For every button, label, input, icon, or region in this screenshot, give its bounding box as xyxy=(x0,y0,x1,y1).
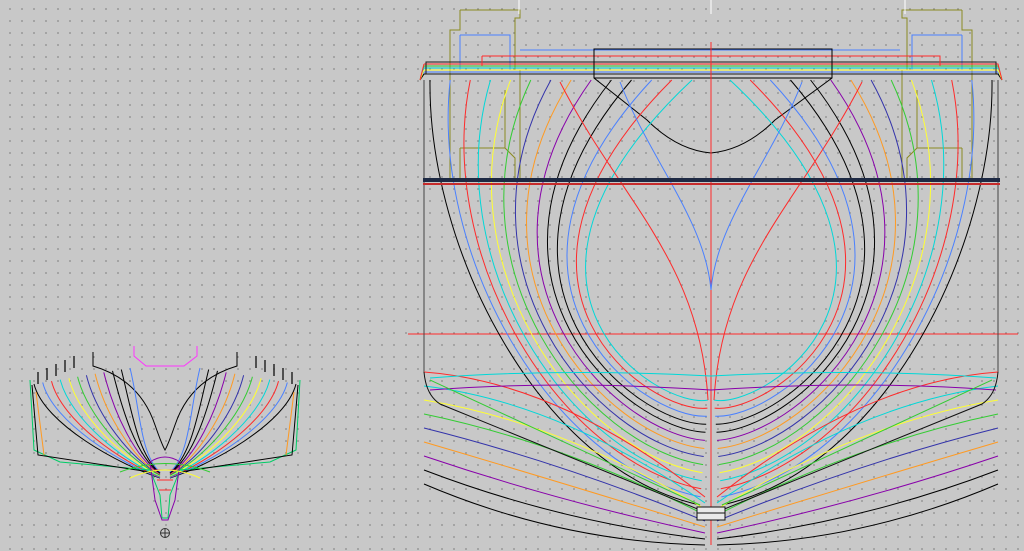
buttock-line xyxy=(716,371,999,498)
deck-lower-box xyxy=(459,147,516,180)
station-curve xyxy=(718,79,919,466)
station-curve xyxy=(716,79,876,433)
small-keel xyxy=(129,469,201,479)
deck-tower-inner xyxy=(911,34,963,70)
small-station-curve xyxy=(129,367,161,473)
station-curve xyxy=(546,79,706,433)
station-curve xyxy=(715,79,856,417)
buttock-line xyxy=(423,371,706,498)
station-curve xyxy=(463,79,702,490)
hatch-outline xyxy=(593,48,833,154)
cad-viewport[interactable] xyxy=(0,0,1024,551)
station-curve xyxy=(536,79,705,441)
large-body-plan xyxy=(408,0,1018,546)
station-curve xyxy=(717,79,886,441)
origin-marker-icon[interactable] xyxy=(160,528,170,538)
station-curve xyxy=(721,79,993,506)
deck-lower-box xyxy=(906,147,963,180)
small-hull-outline xyxy=(31,384,299,473)
station-curve xyxy=(585,79,709,402)
station-curve xyxy=(721,79,975,498)
small-hatch xyxy=(133,346,198,367)
small-deck-outline xyxy=(92,352,238,451)
station-curve xyxy=(526,79,705,449)
deck-tower-inner xyxy=(459,34,511,70)
station-curve xyxy=(717,79,896,449)
station-curve-center xyxy=(713,81,863,401)
station-curve xyxy=(566,79,707,417)
small-hull-outline xyxy=(35,391,295,456)
station-curve xyxy=(447,79,701,498)
hull-body-plan-drawing xyxy=(29,0,1018,546)
station-curve xyxy=(713,79,837,402)
station-curve-center xyxy=(559,81,709,401)
small-body-plan xyxy=(29,346,301,521)
waterline-mid xyxy=(429,371,997,379)
station-curve xyxy=(503,79,704,466)
small-station-curve xyxy=(169,367,201,473)
station-curve xyxy=(429,79,701,506)
station-curve xyxy=(720,79,959,490)
